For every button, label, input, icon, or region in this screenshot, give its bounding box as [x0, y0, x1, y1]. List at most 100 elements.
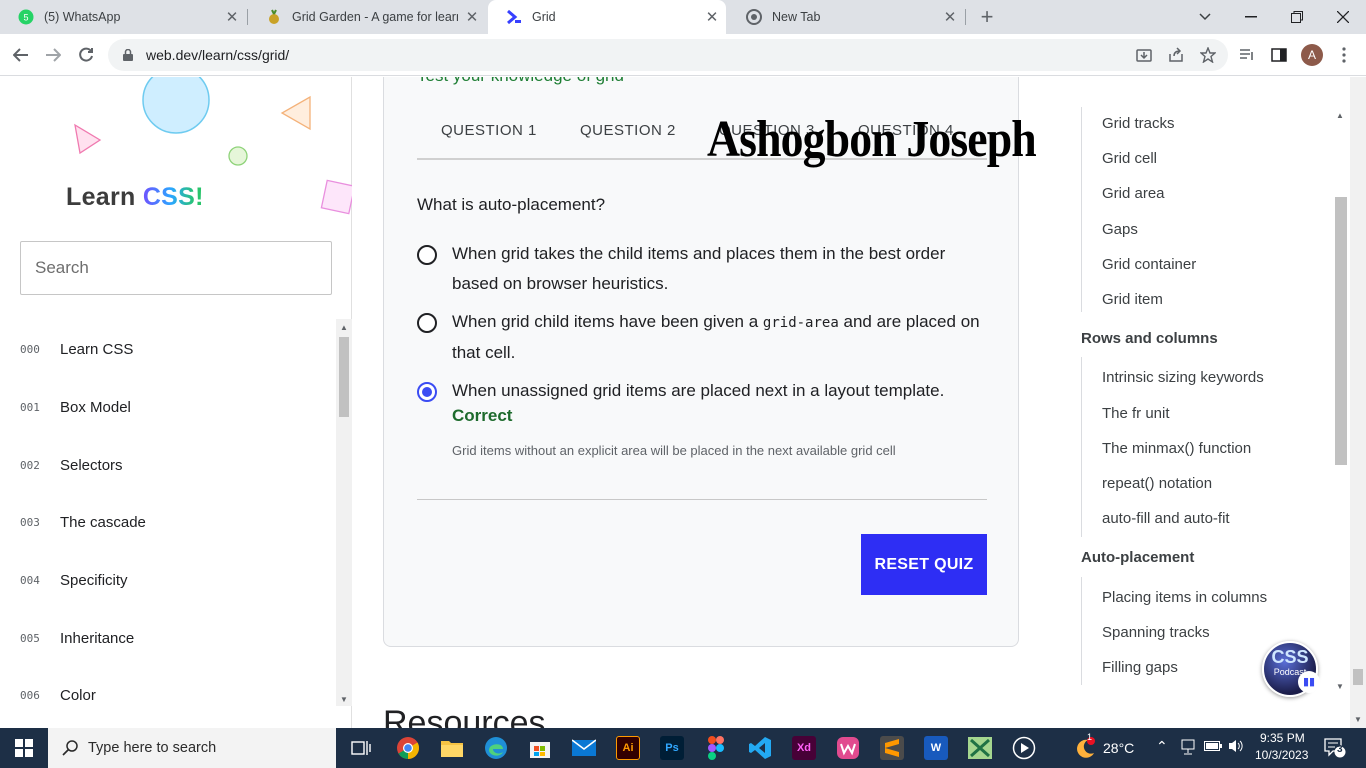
toc-item[interactable]: Grid tracks: [1102, 115, 1175, 132]
file-explorer-icon[interactable]: [440, 736, 464, 760]
tab-question-1[interactable]: QUESTION 1: [441, 122, 537, 139]
scroll-up-arrow-icon[interactable]: ▲: [1336, 111, 1344, 120]
nav-item-learn-css[interactable]: 000 Learn CSS: [0, 329, 336, 369]
vscode-icon[interactable]: [748, 736, 772, 760]
close-icon[interactable]: ✕: [218, 8, 246, 26]
store-icon[interactable]: [528, 736, 552, 760]
tab-search-chevron-icon[interactable]: [1192, 4, 1218, 30]
clock-date[interactable]: 10/3/2023: [1255, 748, 1308, 762]
mail-icon[interactable]: [572, 736, 596, 760]
address-bar[interactable]: web.dev/learn/css/grid/: [108, 39, 1228, 71]
weather-temperature[interactable]: 28°C: [1103, 740, 1134, 756]
task-view-icon[interactable]: [349, 736, 373, 760]
edge-icon[interactable]: [484, 736, 508, 760]
nav-item-inheritance[interactable]: 005 Inheritance: [0, 618, 336, 658]
close-icon[interactable]: ✕: [458, 8, 486, 26]
clock-time[interactable]: 9:35 PM: [1260, 731, 1305, 745]
scrollbar-thumb[interactable]: [1353, 669, 1363, 685]
restore-icon[interactable]: [1284, 4, 1310, 30]
xd-icon[interactable]: Xd: [792, 736, 816, 760]
nav-item-selectors[interactable]: 002 Selectors: [0, 445, 336, 485]
close-icon[interactable]: ✕: [936, 8, 964, 26]
share-icon[interactable]: [1163, 42, 1189, 68]
sidebar-scrollbar[interactable]: ▲ ▼: [336, 319, 352, 706]
tray-chevron-up-icon[interactable]: ⌃: [1156, 738, 1168, 755]
word-icon[interactable]: W: [924, 736, 948, 760]
battery-icon[interactable]: [1204, 740, 1222, 755]
reset-quiz-button[interactable]: RESET QUIZ: [861, 534, 987, 595]
bookmark-star-icon[interactable]: [1195, 42, 1221, 68]
illustrator-icon[interactable]: Ai: [616, 736, 640, 760]
weather-badge-count: 1: [1087, 732, 1093, 742]
scroll-down-arrow-icon[interactable]: ▼: [1336, 682, 1344, 691]
scrollbar-thumb[interactable]: [1335, 197, 1347, 465]
new-tab-icon[interactable]: +: [974, 4, 1000, 30]
media-player-icon[interactable]: [1012, 736, 1036, 760]
nav-item-color[interactable]: 006 Color: [0, 675, 336, 715]
tab-question-2[interactable]: QUESTION 2: [580, 122, 676, 139]
scroll-down-arrow-icon[interactable]: ▼: [340, 695, 348, 704]
toc-item[interactable]: Intrinsic sizing keywords: [1102, 369, 1264, 386]
tab-whatsapp[interactable]: 5 (5) WhatsApp ✕: [0, 0, 246, 34]
quiz-option-3[interactable]: When unassigned grid items are placed ne…: [417, 380, 987, 406]
sidebar-search-input[interactable]: [20, 241, 332, 295]
wps-icon[interactable]: [836, 736, 860, 760]
toc-item[interactable]: The minmax() function: [1102, 440, 1251, 457]
close-window-icon[interactable]: [1330, 4, 1356, 30]
reading-list-icon[interactable]: [1234, 42, 1260, 68]
option-text-part: When grid child items have been given a: [452, 312, 763, 331]
quiz-option-2[interactable]: When grid child items have been given a …: [417, 311, 987, 368]
install-icon[interactable]: [1131, 42, 1157, 68]
back-icon[interactable]: [8, 42, 34, 68]
forward-icon[interactable]: [40, 42, 66, 68]
volume-icon[interactable]: [1228, 738, 1244, 757]
whatsapp-icon: 5: [18, 9, 34, 25]
toc-item[interactable]: Spanning tracks: [1102, 624, 1210, 641]
windows-start-button[interactable]: [0, 728, 48, 768]
toc-section-heading[interactable]: Auto-placement: [1081, 549, 1194, 566]
sublime-icon[interactable]: [880, 736, 904, 760]
page-scrollbar[interactable]: ▼: [1350, 77, 1366, 728]
figma-icon[interactable]: [704, 736, 728, 760]
toc-scrollbar[interactable]: ▲ ▼: [1334, 107, 1348, 691]
toc-section-heading[interactable]: Rows and columns: [1081, 330, 1218, 347]
tab-grid-garden[interactable]: Grid Garden - A game for learnin ✕: [248, 0, 486, 34]
scrollbar-thumb[interactable]: [339, 337, 349, 417]
photoshop-icon[interactable]: Ps: [660, 736, 684, 760]
radio-button-selected[interactable]: [417, 382, 437, 402]
nav-item-box-model[interactable]: 001 Box Model: [0, 387, 336, 427]
toc-item[interactable]: Filling gaps: [1102, 659, 1178, 676]
toc-item[interactable]: Grid container: [1102, 256, 1196, 273]
tab-grid[interactable]: Grid ✕: [488, 0, 726, 34]
nav-item-cascade[interactable]: 003 The cascade: [0, 502, 336, 542]
toc-item[interactable]: repeat() notation: [1102, 475, 1212, 492]
nav-item-specificity[interactable]: 004 Specificity: [0, 560, 336, 600]
toc-item[interactable]: Grid area: [1102, 185, 1165, 202]
learn-css-logo[interactable]: Learn CSS!: [66, 183, 204, 212]
quiz-option-1[interactable]: When grid takes the child items and plac…: [417, 243, 987, 299]
toc-item[interactable]: Gaps: [1102, 221, 1138, 238]
network-icon[interactable]: [1181, 739, 1195, 758]
minimize-icon[interactable]: [1238, 4, 1264, 30]
toc-item[interactable]: Grid cell: [1102, 150, 1157, 167]
radio-button[interactable]: [417, 245, 437, 265]
profile-avatar[interactable]: A: [1299, 42, 1325, 68]
radio-button[interactable]: [417, 313, 437, 333]
side-panel-icon[interactable]: [1266, 42, 1292, 68]
taskbar-search-box[interactable]: Type here to search: [48, 728, 336, 768]
toc-item[interactable]: Placing items in columns: [1102, 589, 1267, 606]
toc-item[interactable]: The fr unit: [1102, 405, 1170, 422]
scroll-down-arrow-icon[interactable]: ▼: [1354, 715, 1362, 724]
css-podcast-button[interactable]: CSS Podcast ▮▮: [1262, 641, 1320, 697]
chrome-menu-icon[interactable]: [1331, 42, 1357, 68]
toc-item[interactable]: auto-fill and auto-fit: [1102, 510, 1230, 527]
tab-new-tab[interactable]: New Tab ✕: [728, 0, 964, 34]
audio-bars-icon[interactable]: ▮▮: [1298, 671, 1320, 693]
toc-item[interactable]: Grid item: [1102, 291, 1163, 308]
weather-icon[interactable]: [1072, 736, 1096, 760]
close-icon[interactable]: ✕: [698, 8, 726, 26]
excel-icon[interactable]: [968, 736, 992, 760]
reload-icon[interactable]: [73, 42, 99, 68]
chrome-taskbar-icon[interactable]: [396, 736, 420, 760]
scroll-up-arrow-icon[interactable]: ▲: [340, 323, 348, 332]
